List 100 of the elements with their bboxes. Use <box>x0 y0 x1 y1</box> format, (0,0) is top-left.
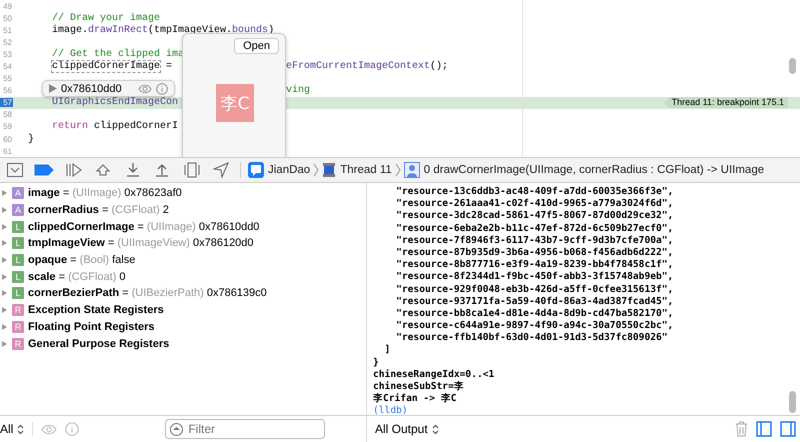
console-line: chineseRangeIdx=0..<1 <box>373 368 494 381</box>
info-icon[interactable] <box>65 422 80 436</box>
disclosure-triangle-icon[interactable] <box>2 290 7 296</box>
app-icon <box>248 162 264 178</box>
line-number: 59 <box>2 122 13 132</box>
step-over-icon[interactable] <box>95 163 112 177</box>
console-line: "resource-c644a91e-9897-4f90-a94c-30a70550c2bc", <box>395 320 674 332</box>
chevron-icon <box>313 163 320 177</box>
variable-kind-badge: R <box>12 320 24 333</box>
line-number: 52 <box>2 38 13 47</box>
breadcrumb-item[interactable]: Thread 11 <box>319 162 395 178</box>
disclosure-triangle-icon[interactable] <box>2 274 7 280</box>
variable-kind-badge: R <box>12 338 24 350</box>
code-line: // Draw your image <box>51 12 160 24</box>
variable-entry[interactable]: cornerRadius = (CGFloat) 2 <box>28 204 169 216</box>
line-number: 55 <box>2 74 13 84</box>
console-line: "resource-8b877716-e3f9-4a19-8239-bb4f78458c1f", <box>395 259 674 272</box>
line-number: 57 <box>0 98 13 108</box>
code-line: return clippedCornerI <box>51 121 178 132</box>
variable-entry[interactable]: tmpImageView = (UIImageView) 0x786120d0 <box>28 237 254 250</box>
disclosure-triangle-icon[interactable] <box>2 224 7 230</box>
variable-kind-badge: L <box>12 270 24 283</box>
console-line: "resource-929f0048-eb3b-426d-a5ff-0cfee315613f", <box>395 284 674 296</box>
console-line: "resource-bb8ca1e4-d81e-4d4a-8d9b-cd47ba582170", <box>395 308 674 320</box>
variable-kind-badge: L <box>12 287 24 300</box>
code-line: eFromCurrentImageContext(); <box>286 61 448 72</box>
breadcrumb-item[interactable]: 0 drawCornerImage(UIImage, cornerRadius : CGFloat) -> UIImage <box>400 162 768 178</box>
variable-kind-badge: L <box>12 237 24 250</box>
register-group[interactable]: General Purpose Registers <box>28 338 170 350</box>
code-line: UIGraphicsEndImageCon <box>51 97 178 108</box>
line-number: 50 <box>2 14 13 23</box>
line-number: 56 <box>2 86 13 96</box>
line-number: 54 <box>2 62 13 72</box>
code-line: } <box>28 134 34 145</box>
scope-popup[interactable]: All <box>0 422 24 436</box>
continue-icon[interactable] <box>66 163 82 177</box>
console-line: "resource-8f2344d1-f9bc-450f-abb3-3f15748ab9eb", <box>395 271 674 284</box>
step-into-icon[interactable] <box>126 163 140 177</box>
console-line: ] <box>384 344 390 357</box>
console-line: "resource-261aaa41-c02f-410d-9965-a779a3024f6d", <box>395 198 674 210</box>
variable-entry[interactable]: scale = (CGFloat) 0 <box>28 270 126 283</box>
console-line: "resource-7f8946f3-6117-43b7-9cff-9d3b7cfe700a", <box>395 234 674 247</box>
line-number: 49 <box>2 2 13 11</box>
console-line: "resource-87b935d9-3b6a-4956-b068-f456adb6d222", <box>395 246 674 260</box>
person-icon <box>404 162 420 178</box>
variable-entry[interactable]: clippedCornerImage = (UIImage) 0x78610dd0 <box>28 220 260 233</box>
breakpoint-icon[interactable] <box>34 164 54 176</box>
disclosure-triangle-icon[interactable] <box>2 340 7 347</box>
disclosure-triangle-icon[interactable] <box>2 324 7 330</box>
location-arrow-icon[interactable] <box>213 162 230 178</box>
variable-entry[interactable]: opaque = (Bool) false <box>28 254 136 266</box>
variable-kind-badge: L <box>12 254 24 266</box>
output-popup[interactable]: All Output <box>375 422 439 436</box>
right-panel-toggle-icon[interactable] <box>780 421 796 437</box>
console-line: "resource-ffb140bf-63d0-4d01-91d3-5d37fc809026" <box>395 332 668 344</box>
scrollbar-thumb[interactable] <box>789 391 796 413</box>
register-group[interactable]: Exception State Registers <box>28 304 164 316</box>
console-line: "resource-937171fa-5a59-40fd-86a3-4ad387fcad45", <box>395 296 674 308</box>
console-line: "resource-13c6ddb3-ac48-409f-a7dd-60035e366f3e", <box>395 186 674 198</box>
trash-icon[interactable] <box>735 421 748 437</box>
up-down-chevron-icon <box>17 424 24 434</box>
image-preview: 李C <box>216 84 254 122</box>
filter-field[interactable]: Filter <box>165 419 326 439</box>
breakpoint-label: Thread 11: breakpoint 175.1 <box>664 97 788 108</box>
variable-entry[interactable]: image = (UIImage) 0x78623af0 <box>28 187 182 200</box>
hide-panel-icon[interactable] <box>6 163 23 177</box>
value-text: 0x78610dd0 <box>61 82 122 94</box>
left-panel-toggle-icon[interactable] <box>756 421 772 437</box>
line-number: 53 <box>2 50 13 59</box>
disclosure-triangle-icon[interactable] <box>49 84 57 93</box>
line-number: 58 <box>2 110 13 120</box>
variable-entry[interactable]: cornerBezierPath = (UIBezierPath) 0x786139c0 <box>28 287 267 300</box>
view-hierarchy-icon[interactable] <box>184 162 200 178</box>
disclosure-triangle-icon[interactable] <box>2 190 7 196</box>
register-group[interactable]: Floating Point Registers <box>28 320 155 333</box>
disclosure-triangle-icon[interactable] <box>2 257 7 264</box>
open-button[interactable]: Open <box>234 38 279 54</box>
variable-kind-badge: A <box>12 187 24 200</box>
console-line: "resource-3dc28cad-5861-47f5-8067-87d00d29ce32", <box>395 210 674 223</box>
console-line: 李Crifan -> 李C <box>373 393 457 406</box>
disclosure-triangle-icon[interactable] <box>2 240 7 246</box>
variable-kind-badge: L <box>12 220 24 233</box>
line-number: 60 <box>2 134 13 144</box>
up-down-chevron-icon <box>432 424 439 434</box>
eye-icon[interactable] <box>41 424 58 434</box>
info-icon[interactable] <box>156 82 168 94</box>
console-line: "resource-6eba2e2b-b11c-47ef-872d-6c509b27ecf0", <box>395 222 674 235</box>
thread-spool-icon <box>322 162 336 178</box>
disclosure-triangle-icon[interactable] <box>2 207 7 214</box>
line-number: 61 <box>2 146 13 156</box>
code-line: clippedCornerImage = <box>51 61 172 72</box>
breadcrumb-item[interactable]: JianDao <box>245 162 314 178</box>
console-line: } <box>373 356 379 369</box>
scrollbar-thumb[interactable] <box>789 58 796 74</box>
console-line: (lldb) <box>373 405 408 415</box>
step-out-icon[interactable] <box>155 163 170 177</box>
variable-kind-badge: A <box>12 204 24 216</box>
eye-icon[interactable] <box>138 84 152 94</box>
line-number: 51 <box>2 26 13 35</box>
disclosure-triangle-icon[interactable] <box>2 307 7 314</box>
